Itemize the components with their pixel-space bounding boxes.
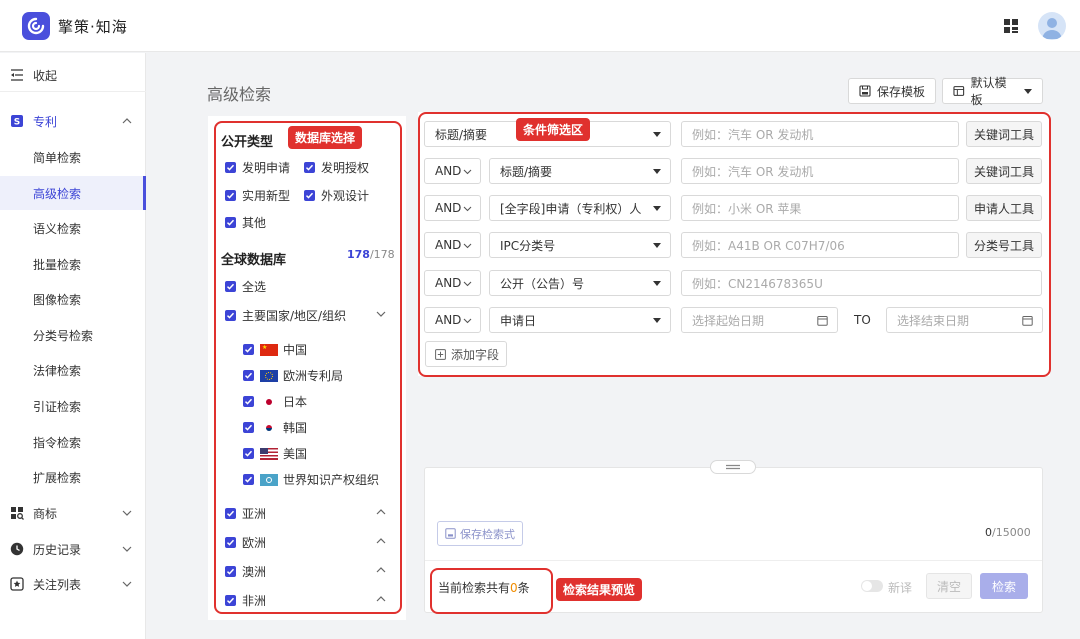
annotation-result-box: [430, 568, 553, 614]
default-template-label: 默认模板: [970, 76, 1007, 107]
sidebar-item-label: 历史记录: [33, 542, 82, 557]
sidebar-item-advanced-search[interactable]: 高级检索: [0, 176, 146, 210]
default-template-dropdown[interactable]: 默认模板: [942, 76, 1043, 107]
clock-icon: [10, 542, 24, 556]
save-template-button[interactable]: 保存模板: [848, 78, 937, 104]
clear-button[interactable]: 清空: [926, 573, 972, 599]
drag-handle-icon[interactable]: [710, 460, 756, 474]
sidebar-item-batch-search[interactable]: 批量检索: [0, 247, 146, 281]
sidebar-item-extended-search[interactable]: 扩展检索: [0, 460, 146, 494]
chevron-down-icon: [122, 510, 132, 516]
sidebar-item-trademark[interactable]: 商标: [0, 496, 146, 530]
collapse-menu-icon: [11, 69, 23, 81]
sidebar-item-legal-search[interactable]: 法律检索: [0, 353, 146, 387]
user-icon: [1042, 18, 1062, 39]
sidebar: 收起 S 专利 简单检索 高级检索 语义检索 批量检索 图像检索 分类号检索 法…: [0, 53, 146, 639]
collapse-label: 收起: [33, 68, 58, 83]
caret-down-icon: [1024, 88, 1032, 94]
annotation-condition-tag: 条件筛选区: [516, 118, 591, 141]
sidebar-item-semantic-search[interactable]: 语义检索: [0, 211, 146, 245]
save-icon: [445, 528, 456, 539]
annotation-db-box: [214, 121, 402, 614]
sidebar-item-simple-search[interactable]: 简单检索: [0, 140, 146, 174]
save-template-label: 保存模板: [877, 84, 926, 99]
char-count: 0/15000: [985, 526, 1031, 539]
svg-text:S: S: [14, 118, 20, 128]
avatar[interactable]: [1038, 12, 1066, 40]
page-title: 高级检索: [207, 85, 272, 104]
top-bar: 擎策·知海: [0, 0, 1080, 52]
sidebar-item-history[interactable]: 历史记录: [0, 532, 146, 566]
sidebar-item-citation-search[interactable]: 引证检索: [0, 389, 146, 423]
chevron-up-icon: [122, 118, 132, 124]
search-button[interactable]: 检索: [980, 573, 1028, 599]
star-box-icon: [10, 577, 24, 591]
annotation-db-tag: 数据库选择: [288, 126, 363, 149]
save-expression-button[interactable]: 保存检索式: [437, 521, 523, 546]
sidebar-item-classification-search[interactable]: 分类号检索: [0, 318, 146, 352]
sidebar-item-label: 关注列表: [33, 577, 82, 592]
app-logo[interactable]: [22, 12, 50, 40]
app-title: 擎策·知海: [58, 18, 128, 36]
save-icon: [859, 85, 871, 97]
template-icon: [953, 86, 965, 96]
sidebar-item-label: 商标: [33, 506, 58, 521]
annotation-condition-box: [418, 112, 1051, 377]
query-divider: [425, 560, 1042, 561]
sidebar-item-command-search[interactable]: 指令检索: [0, 425, 146, 459]
sidebar-item-label: 专利: [33, 114, 58, 129]
trademark-search-icon: [11, 507, 24, 520]
sidebar-item-image-search[interactable]: 图像检索: [0, 282, 146, 316]
chevron-down-icon: [122, 546, 132, 552]
translate-toggle[interactable]: [861, 580, 883, 592]
logo-icon: [27, 17, 45, 35]
patent-icon: S: [11, 115, 23, 128]
annotation-result-tag: 检索结果预览: [556, 578, 643, 601]
sidebar-item-watchlist[interactable]: 关注列表: [0, 567, 146, 601]
sidebar-divider: [0, 91, 146, 92]
sidebar-collapse[interactable]: 收起: [0, 58, 146, 92]
translate-toggle-label: 新译: [888, 581, 913, 595]
chevron-down-icon: [122, 581, 132, 587]
apps-grid-icon[interactable]: [1003, 18, 1019, 34]
sidebar-item-patent[interactable]: S 专利: [0, 104, 146, 138]
